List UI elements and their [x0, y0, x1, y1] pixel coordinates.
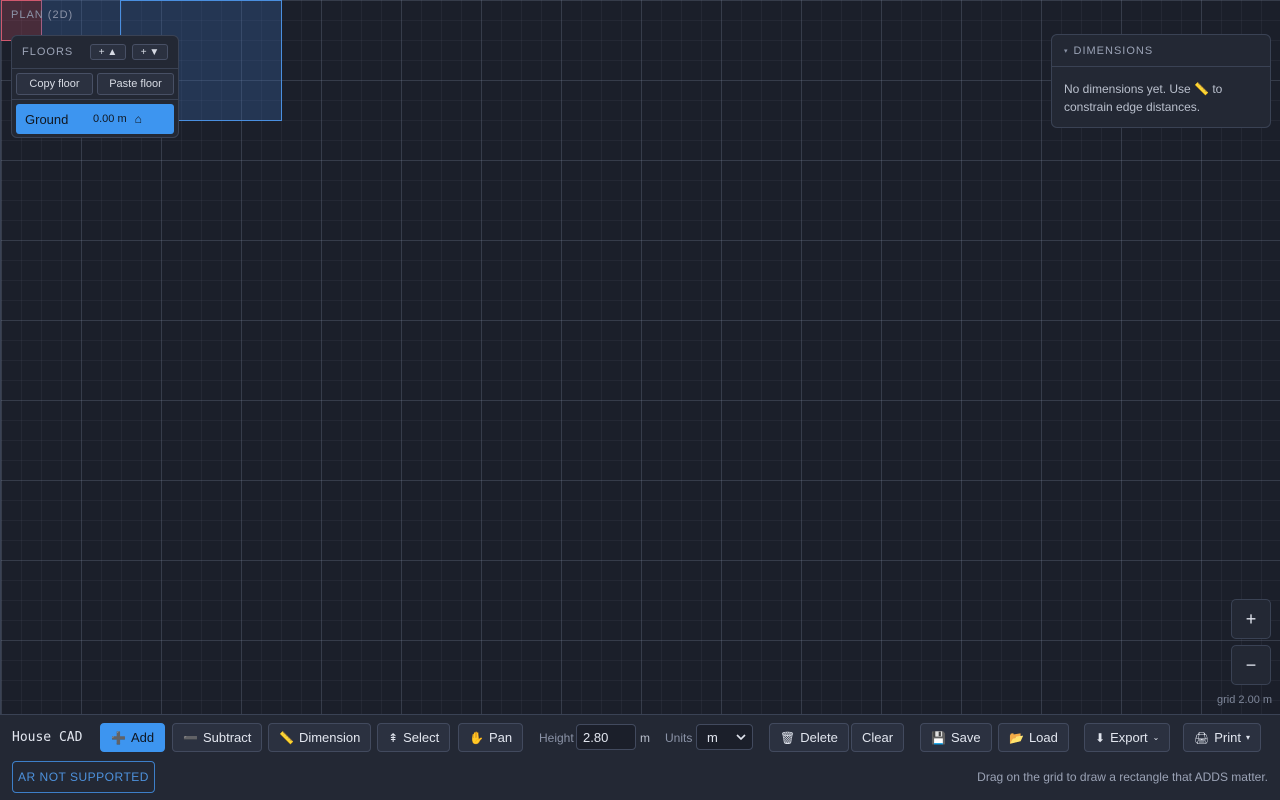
save-button[interactable]: 💾 Save [920, 723, 992, 752]
print-label: Print [1214, 730, 1241, 745]
floor-name: Ground [25, 111, 69, 127]
save-label: Save [950, 730, 981, 745]
dimension-tool-label: Dimension [298, 730, 361, 745]
dimension-tool-button[interactable]: 📏 Dimension [268, 723, 372, 752]
zoom-in-button[interactable]: + [1231, 599, 1271, 639]
delete-label: Delete [800, 730, 838, 745]
floors-header: FLOORS + ▲ + ▼ [12, 36, 178, 68]
grid-size-label: grid 2.00 m [1217, 694, 1273, 706]
zoom-out-button[interactable]: − [1231, 645, 1271, 685]
ar-button[interactable]: AR NOT SUPPORTED [12, 761, 155, 793]
clear-button[interactable]: Clear [851, 723, 905, 752]
hand-icon: ✋ [469, 730, 484, 745]
select-tool-button[interactable]: ⇞ Select [377, 723, 451, 752]
height-label: Height [539, 731, 574, 745]
bottom-toolbar: House CAD ➕ Add ➖ Subtract 📏 Dimension ⇞… [0, 714, 1280, 800]
add-floor-below-button[interactable]: + ▼ [132, 44, 168, 60]
export-label: Export [1110, 730, 1148, 745]
floors-panel: FLOORS + ▲ + ▼ Copy floor Paste floor Gr… [11, 35, 179, 138]
folder-icon: 📂 [1009, 730, 1024, 745]
load-button[interactable]: 📂 Load [998, 723, 1069, 752]
floors-title: FLOORS [22, 46, 74, 58]
divider [12, 99, 178, 100]
collapse-caret-icon[interactable]: ▾ [1064, 47, 1068, 55]
trash-icon: 🗑 [780, 730, 796, 745]
subtract-tool-label: Subtract [202, 730, 252, 745]
dimensions-title: DIMENSIONS [1073, 44, 1154, 57]
add-tool-label: Add [130, 730, 155, 745]
dimensions-header[interactable]: ▾ DIMENSIONS [1052, 35, 1270, 67]
floor-actions: Copy floor Paste floor [12, 69, 178, 99]
chevron-down-icon [736, 734, 746, 740]
plan-canvas[interactable]: PLAN (2D) FLOORS + ▲ + ▼ Copy floor Past… [0, 0, 1280, 714]
download-icon: ⬇ [1095, 730, 1106, 745]
floor-elevation: 0.00 m [93, 113, 127, 125]
home-icon[interactable]: ⌂ [135, 112, 142, 126]
app-title: House CAD [12, 730, 83, 745]
cursor-icon: ⇞ [388, 730, 399, 745]
height-input[interactable] [576, 724, 636, 750]
plus-icon: ➕ [111, 730, 126, 745]
load-label: Load [1028, 730, 1058, 745]
status-hint: Drag on the grid to draw a rectangle tha… [977, 770, 1268, 784]
print-button[interactable]: 🖨 Print ▾ [1183, 723, 1261, 752]
printer-icon: 🖨 [1194, 730, 1210, 745]
select-tool-label: Select [403, 730, 440, 745]
floor-item-ground[interactable]: Ground 0.00 m ⌂ [16, 104, 174, 134]
subtract-tool-button[interactable]: ➖ Subtract [172, 723, 263, 752]
units-selected-value: m [707, 729, 718, 745]
delete-button[interactable]: 🗑 Delete [769, 723, 849, 752]
copy-floor-button[interactable]: Copy floor [16, 73, 93, 95]
dimensions-empty-text: No dimensions yet. Use 📏 to constrain ed… [1064, 82, 1223, 114]
minus-icon: ➖ [183, 730, 198, 745]
view-mode-label: PLAN (2D) [11, 9, 74, 21]
units-select[interactable]: m [696, 724, 753, 750]
units-label: Units [665, 731, 693, 745]
ruler-icon: 📏 [279, 730, 294, 745]
floppy-disk-icon: 💾 [931, 730, 946, 745]
add-tool-button[interactable]: ➕ Add [100, 723, 166, 752]
pan-tool-button[interactable]: ✋ Pan [458, 723, 524, 752]
dimensions-panel: ▾ DIMENSIONS No dimensions yet. Use 📏 to… [1051, 34, 1271, 128]
dropdown-caret-icon: ▾ [1245, 733, 1250, 742]
paste-floor-button[interactable]: Paste floor [97, 73, 174, 95]
dropdown-caret-icon: ⌄ [1152, 733, 1160, 742]
height-unit: m [640, 731, 650, 745]
add-floor-above-button[interactable]: + ▲ [90, 44, 126, 60]
export-button[interactable]: ⬇ Export ⌄ [1084, 723, 1171, 752]
pan-tool-label: Pan [488, 730, 513, 745]
